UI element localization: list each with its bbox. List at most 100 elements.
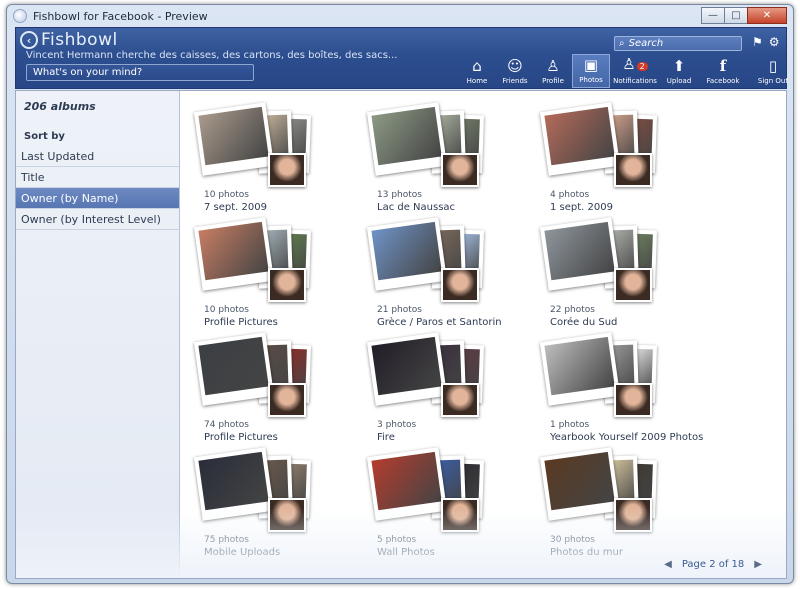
album-photo-stack[interactable]: [538, 102, 668, 193]
owner-avatar: [614, 498, 652, 532]
album-photo-count: 4 photos: [550, 190, 590, 200]
album-title[interactable]: Grèce / Paros et Santorin: [377, 317, 502, 328]
sort-title[interactable]: Title: [16, 167, 179, 188]
album-card[interactable]: 30 photos Photos du mur: [538, 447, 698, 558]
owner-avatar: [614, 153, 652, 187]
album-card[interactable]: 10 photos Profile Pictures: [192, 217, 352, 328]
nav-label: Notifications: [613, 77, 657, 85]
logo-text: Fishbowl: [41, 30, 118, 50]
search-box[interactable]: ⌕: [614, 36, 742, 51]
album-title[interactable]: Lac de Naussac: [377, 202, 455, 213]
album-photo-stack[interactable]: [192, 447, 322, 538]
album-photo-count: 10 photos: [204, 305, 249, 315]
owner-avatar: [441, 268, 479, 302]
album-photo-stack[interactable]: [192, 217, 322, 308]
sort-owner-name[interactable]: Owner (by Name): [16, 188, 179, 209]
album-photo-stack[interactable]: [192, 102, 322, 193]
album-photo-stack[interactable]: [365, 332, 495, 423]
album-title[interactable]: Photos du mur: [550, 547, 623, 558]
nav-photos[interactable]: ▣ Photos: [572, 54, 610, 88]
nav-profile[interactable]: ♙ Profile: [534, 54, 572, 88]
nav-label: Facebook: [706, 77, 740, 85]
owner-avatar: [268, 153, 306, 187]
album-title[interactable]: 1 sept. 2009: [550, 202, 613, 213]
album-card[interactable]: 4 photos 1 sept. 2009: [538, 102, 698, 213]
album-photo: [366, 217, 448, 291]
nav-notifications[interactable]: ♙ 2 Notifications: [610, 54, 660, 88]
album-photo-stack[interactable]: [538, 217, 668, 308]
search-input[interactable]: [628, 38, 729, 49]
album-card[interactable]: 75 photos Mobile Uploads: [192, 447, 352, 558]
album-photo-count: 75 photos: [204, 535, 249, 545]
sign-out-icon: ▯: [768, 57, 778, 75]
album-photo: [539, 102, 621, 176]
album-photo: [193, 447, 275, 521]
album-card[interactable]: 3 photos Fire: [365, 332, 525, 443]
status-input[interactable]: What's on your mind?: [26, 64, 254, 81]
nav-facebook[interactable]: f Facebook: [698, 54, 748, 88]
album-title[interactable]: Yearbook Yourself 2009 Photos: [550, 432, 703, 443]
upload-icon: ⬆: [672, 57, 686, 75]
album-card[interactable]: 5 photos Wall Photos: [365, 447, 525, 558]
album-photo-stack[interactable]: [365, 102, 495, 193]
facebook-icon: f: [719, 57, 727, 75]
album-title[interactable]: Fire: [377, 432, 395, 443]
album-photo-stack[interactable]: [538, 332, 668, 423]
album-photo-count: 22 photos: [550, 305, 595, 315]
maximize-button[interactable]: □: [724, 7, 748, 24]
back-icon[interactable]: ‹: [20, 31, 38, 49]
sort-owner-interest[interactable]: Owner (by Interest Level): [16, 209, 179, 230]
owner-avatar: [441, 498, 479, 532]
owner-avatar: [268, 268, 306, 302]
album-card[interactable]: 21 photos Grèce / Paros et Santorin: [365, 217, 525, 328]
next-page-icon[interactable]: ▶: [754, 559, 762, 570]
album-photo: [539, 447, 621, 521]
album-card[interactable]: 22 photos Corée du Sud: [538, 217, 698, 328]
album-photo: [539, 332, 621, 406]
close-button[interactable]: ✕: [747, 7, 787, 24]
gear-icon[interactable]: ⚙: [769, 35, 780, 49]
album-photo-stack[interactable]: [192, 332, 322, 423]
album-photo-count: 21 photos: [377, 305, 422, 315]
album-photo: [193, 332, 275, 406]
album-photo-stack[interactable]: [365, 217, 495, 308]
nav-label: Photos: [579, 76, 603, 84]
profile-icon: ♙: [546, 57, 560, 75]
album-title[interactable]: Wall Photos: [377, 547, 435, 558]
album-title[interactable]: Profile Pictures: [204, 317, 278, 328]
app-window: Fishbowl for Facebook - Preview — □ ✕ ‹ …: [6, 4, 794, 584]
sidebar: 206 albums Sort by Last Updated Title Ow…: [16, 91, 180, 578]
nav-home[interactable]: ⌂ Home: [458, 54, 496, 88]
album-photo-stack[interactable]: [365, 447, 495, 538]
album-card[interactable]: 1 photos Yearbook Yourself 2009 Photos: [538, 332, 703, 443]
minimize-button[interactable]: —: [701, 7, 725, 24]
nav-friends[interactable]: ☺ Friends: [496, 54, 534, 88]
album-photo-count: 5 photos: [377, 535, 417, 545]
album-photo-count: 3 photos: [377, 420, 417, 430]
album-title[interactable]: Mobile Uploads: [204, 547, 280, 558]
sort-last-updated[interactable]: Last Updated: [16, 146, 179, 167]
album-title[interactable]: Profile Pictures: [204, 432, 278, 443]
flag-icon[interactable]: ⚑: [752, 35, 763, 49]
album-title[interactable]: 7 sept. 2009: [204, 202, 267, 213]
title-bar[interactable]: Fishbowl for Facebook - Preview — □ ✕: [7, 5, 793, 27]
album-photo-stack[interactable]: [538, 447, 668, 538]
photos-icon: ▣: [583, 56, 599, 74]
album-card[interactable]: 13 photos Lac de Naussac: [365, 102, 525, 213]
sort-by-label: Sort by: [24, 131, 65, 142]
nav-sign-out[interactable]: ▯ Sign Out: [748, 54, 793, 88]
nav-label: Friends: [502, 77, 528, 85]
friend-status-line[interactable]: Vincent Hermann cherche des caisses, des…: [26, 50, 397, 61]
app-icon: [13, 9, 27, 23]
album-photo-count: 74 photos: [204, 420, 249, 430]
nav-label: Upload: [666, 77, 692, 85]
album-title[interactable]: Corée du Sud: [550, 317, 617, 328]
owner-avatar: [441, 383, 479, 417]
page-indicator: Page 2 of 18: [681, 559, 745, 570]
prev-page-icon[interactable]: ◀: [664, 559, 672, 570]
home-icon: ⌂: [472, 57, 482, 75]
album-card[interactable]: 74 photos Profile Pictures: [192, 332, 352, 443]
album-card[interactable]: 10 photos 7 sept. 2009: [192, 102, 352, 213]
nav-upload[interactable]: ⬆ Upload: [660, 54, 698, 88]
owner-avatar: [268, 498, 306, 532]
